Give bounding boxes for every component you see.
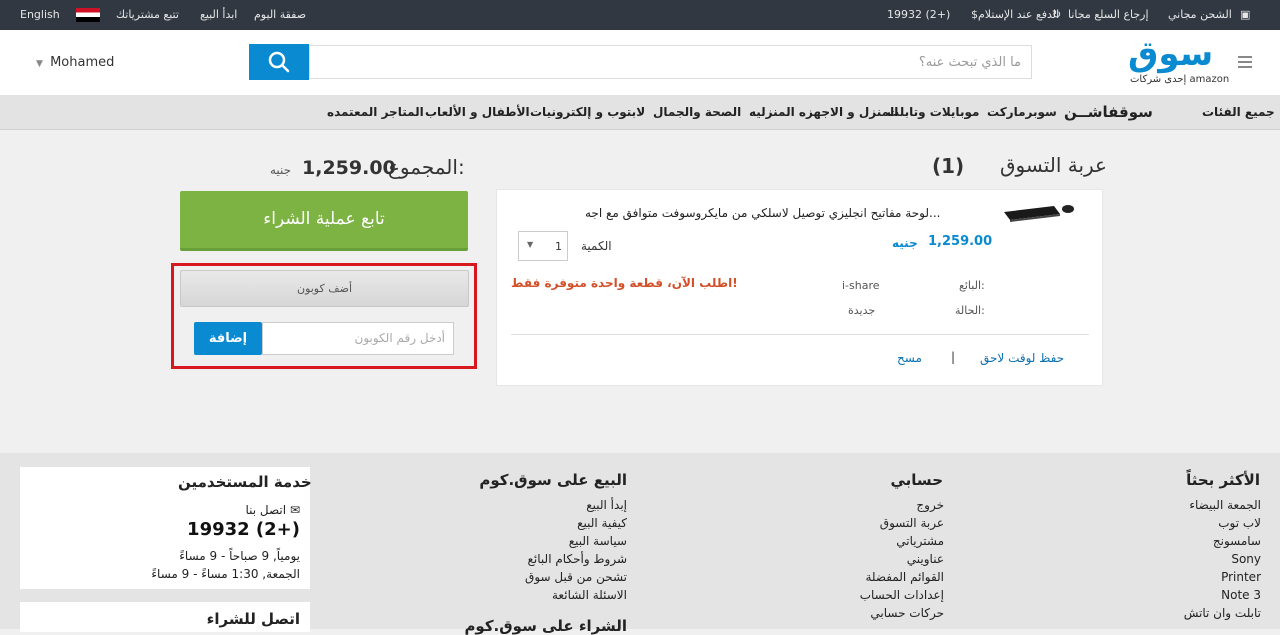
nav-souq-fashion[interactable]: سوقفاشــن: [1064, 95, 1153, 129]
total-currency: جنيه: [270, 163, 292, 177]
menu-icon[interactable]: [1238, 56, 1252, 68]
quantity-value: 1: [555, 240, 562, 253]
item-currency: جنيه: [892, 236, 918, 250]
top-bar: English تتبع مشترياتك ابدأ البيع صفقة ال…: [0, 0, 1280, 30]
nav-health-beauty[interactable]: الصحة والجمال: [653, 95, 741, 129]
footer-link[interactable]: Note 3: [1130, 586, 1261, 604]
footer-link[interactable]: شروط وأحكام البائع: [470, 550, 627, 568]
save-for-later-link[interactable]: حفظ لوقت لاحق: [980, 351, 1064, 365]
cod-text: $: [965, 0, 978, 30]
nav-home-appliances[interactable]: المنزل و الاجهزه المنزليه: [749, 95, 898, 129]
souq-logo[interactable]: سوق: [1128, 36, 1213, 72]
hours-daily: يومياً, 9 صباحاً - 9 مساءً: [179, 549, 300, 563]
total-value: 1,259.00: [302, 157, 396, 179]
sell-on-souq-title: البيع على سوق.كوم: [479, 471, 627, 489]
chevron-down-icon: ▼: [527, 240, 534, 249]
envelope-icon: ✉: [289, 503, 300, 517]
nav-certified-stores[interactable]: المتاجر المعتمده: [327, 95, 424, 129]
footer-link[interactable]: خروج: [800, 496, 944, 514]
cart-count: (1): [932, 154, 965, 178]
phone-text: 19932 (2+): [887, 8, 951, 21]
free-shipping-text: الشحن مجاني: [1168, 8, 1232, 21]
coupon-add-button[interactable]: إضافة: [194, 322, 262, 355]
track-orders-link[interactable]: تتبع مشترياتك: [116, 0, 179, 30]
footer-link[interactable]: عناويني: [800, 550, 944, 568]
condition-label: الحالة:: [955, 304, 985, 317]
deal-of-day-link[interactable]: صفقة اليوم: [254, 0, 306, 30]
customer-service-phone: 19932 (2+): [187, 519, 300, 540]
refresh-icon: ↻: [1052, 8, 1062, 21]
footer-link[interactable]: سامسونج: [1130, 532, 1261, 550]
chevron-down-icon: ▼: [36, 59, 43, 69]
seller-value[interactable]: i-share: [842, 279, 880, 292]
checkout-button[interactable]: تابع عملية الشراء: [180, 191, 468, 251]
seller-label: البائع:: [959, 279, 985, 292]
add-coupon-toggle[interactable]: أضف كوبون: [180, 270, 469, 307]
footer-link[interactable]: الجمعة البيضاء: [1130, 496, 1261, 514]
most-searched-title: الأكثر بحثاً: [1186, 471, 1260, 489]
item-price: 1,259.00: [928, 234, 993, 249]
footer-link[interactable]: لاب توب: [1130, 514, 1261, 532]
footer-link[interactable]: كيفية البيع: [470, 514, 627, 532]
my-account-title: حسابي: [890, 471, 943, 489]
action-separator: |: [951, 350, 956, 364]
stock-urgency-text: اطلب الآن، قطعة واحدة متوفرة فقط!: [511, 276, 738, 290]
footer-link[interactable]: القوائم المفضلة: [800, 568, 944, 586]
category-nav: جميع الفئات سوقفاشــن سوبرماركت موبايلات…: [0, 95, 1280, 130]
footer-link[interactable]: Printer: [1130, 568, 1261, 586]
footer-link[interactable]: تابلت وان تاتش: [1130, 604, 1261, 622]
start-selling-link[interactable]: ابدأ البيع: [200, 0, 237, 30]
quantity-label: الكمية: [581, 239, 612, 253]
footer-link[interactable]: حركات حسابي: [800, 604, 944, 622]
free-returns-text: إرجاع السلع مجانا: [1068, 8, 1149, 21]
buy-contact-title: اتصل للشراء: [206, 610, 300, 628]
footer-link[interactable]: الاسئلة الشائعة: [470, 586, 627, 604]
footer-link[interactable]: عربة التسوق: [800, 514, 944, 532]
cart-title: عربة التسوق: [1000, 153, 1107, 177]
contact-us-link[interactable]: اتصل بنا ✉: [180, 501, 301, 519]
language-link[interactable]: English: [20, 0, 60, 30]
nav-mobiles-tablets[interactable]: موبايلات وتابلت: [887, 95, 979, 129]
search-icon: [268, 51, 290, 73]
hours-friday: الجمعة, 1:30 مساءً - 9 مساءً: [151, 567, 300, 581]
user-name: Mohamed: [50, 55, 115, 70]
egypt-flag-icon[interactable]: [76, 8, 100, 22]
card-divider: [511, 334, 1089, 335]
nav-all-categories[interactable]: جميع الفئات: [1202, 95, 1275, 129]
buy-on-souq-title: الشراء على سوق.كوم: [464, 617, 627, 635]
footer-link[interactable]: إبدأ البيع: [470, 496, 627, 514]
footer-link[interactable]: سياسة البيع: [470, 532, 627, 550]
logo-subtitle: إحدى شركات amazon: [1130, 74, 1230, 85]
product-title-link[interactable]: لوحة مفاتيح انجليزي توصيل لاسلكي من مايك…: [585, 206, 940, 220]
dollar-icon: $: [971, 8, 978, 21]
nav-supermarket[interactable]: سوبرماركت: [987, 95, 1057, 129]
footer-link[interactable]: إعدادات الحساب: [800, 586, 944, 604]
keyboard-product-image[interactable]: [1002, 200, 1076, 222]
remove-item-link[interactable]: مسح: [897, 351, 922, 365]
footer-link[interactable]: تشحن من قبل سوق: [470, 568, 627, 586]
customer-service-title: خدمة المستخدمين: [178, 473, 312, 491]
contact-us-label: اتصل بنا: [245, 503, 287, 517]
user-menu[interactable]: ▼ Mohamed: [36, 55, 114, 70]
condition-value: جديدة: [848, 304, 876, 317]
search-button[interactable]: [249, 44, 309, 80]
cart-title-text: عربة التسوق: [1000, 153, 1107, 177]
footer-link[interactable]: Sony: [1130, 550, 1261, 568]
quantity-select[interactable]: ▼ 1: [518, 231, 568, 261]
total-label: المجموع:: [388, 155, 465, 179]
cod-label: الدفع عند الإستلام: [978, 8, 1060, 21]
nav-kids-toys[interactable]: الأطفال و الألعاب: [425, 95, 530, 129]
search-input[interactable]: ما الذي تبحث عنه؟: [309, 45, 1032, 79]
nav-laptops-electronics[interactable]: لابتوب و إلكترونيات: [530, 95, 645, 129]
footer-link[interactable]: مشترياتي: [800, 532, 944, 550]
coupon-input[interactable]: أدخل رقم الكوبون: [262, 322, 454, 355]
truck-icon: ▣: [1240, 8, 1251, 21]
